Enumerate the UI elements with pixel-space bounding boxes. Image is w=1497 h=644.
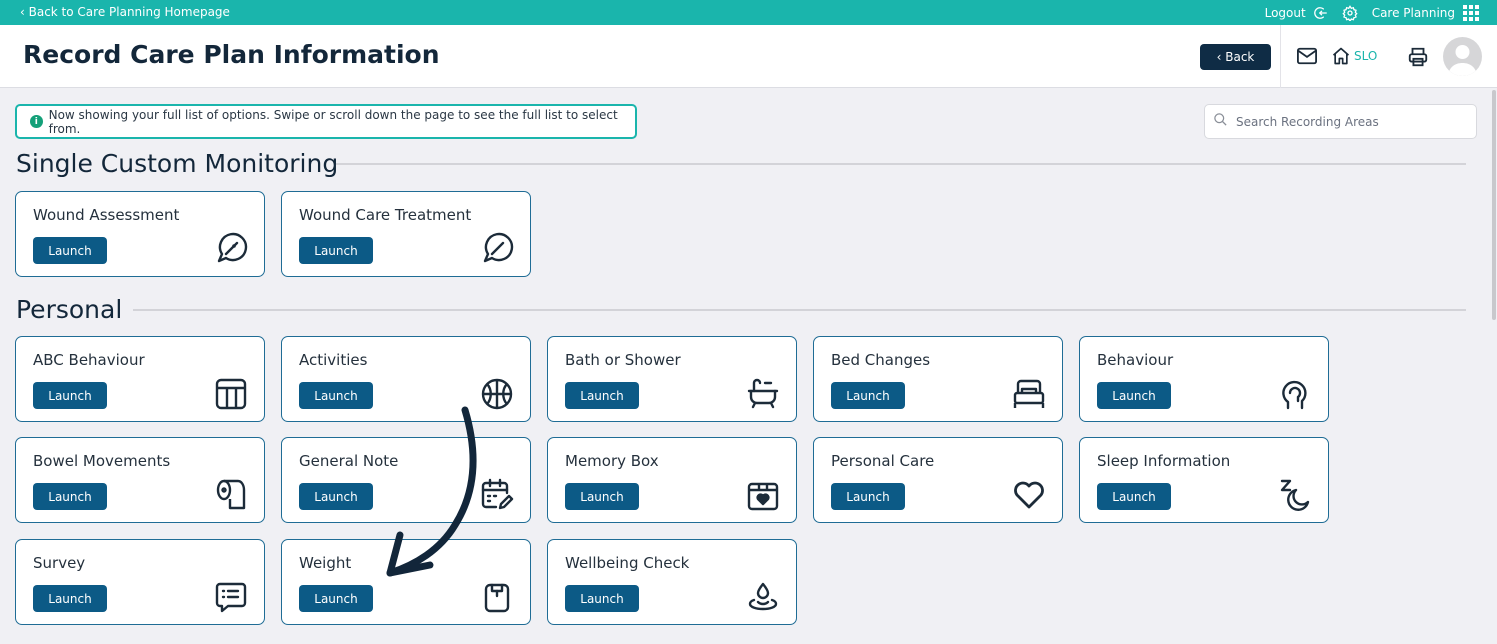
card-title: Bath or Shower [565,351,681,369]
card-bath-or-shower: Bath or Shower Launch [547,336,797,422]
logout-icon[interactable] [1313,6,1328,20]
search-box[interactable] [1204,104,1477,139]
card-wellbeing-check: Wellbeing Check Launch [547,539,797,625]
section-title-single-custom-monitoring: Single Custom Monitoring [16,149,339,178]
home-label: SLO [1354,49,1378,63]
back-button[interactable]: ‹ Back [1200,44,1271,70]
card-bowel-movements: Bowel Movements Launch [15,437,265,523]
launch-button[interactable]: Launch [299,237,373,264]
card-weight: Weight Launch [281,539,531,625]
printer-icon[interactable] [1407,46,1429,72]
card-sleep-information: Sleep Information Launch [1079,437,1329,523]
memory-box-icon [747,482,779,511]
card-title: Wound Care Treatment [299,206,472,224]
card-title: Behaviour [1097,351,1174,369]
card-title: Sleep Information [1097,452,1231,470]
card-survey: Survey Launch [15,539,265,625]
launch-button[interactable]: Launch [33,382,107,409]
card-general-note: General Note Launch [281,437,531,523]
card-personal-care: Personal Care Launch [813,437,1063,523]
card-bed-changes: Bed Changes Launch [813,336,1063,422]
wellbeing-icon [748,582,778,611]
page-scrollbar[interactable] [1490,88,1497,644]
card-title: General Note [299,452,399,470]
back-to-homepage-link[interactable]: ‹ Back to Care Planning Homepage [20,5,230,19]
search-input[interactable] [1236,114,1466,129]
section-title-personal: Personal [16,295,123,324]
top-bar-actions: Logout Care Planning [1265,2,1479,23]
launch-button[interactable]: Launch [831,382,905,409]
launch-button[interactable]: Launch [1097,382,1171,409]
header-divider [1280,25,1281,88]
heart-icon [1014,481,1044,509]
card-title: ABC Behaviour [33,351,145,369]
ball-icon [481,378,513,410]
bed-icon [1013,379,1045,408]
card-title: Bowel Movements [33,452,171,470]
launch-button[interactable]: Launch [299,585,373,612]
app-name[interactable]: Care Planning [1372,6,1455,20]
survey-icon [215,582,247,613]
bandage-icon [217,232,248,263]
card-title: Personal Care [831,452,935,470]
bandage-icon [483,232,514,263]
card-wound-assessment: Wound Assessment Launch [15,191,265,277]
card-title: Weight [299,554,352,572]
home-slo-link[interactable]: SLO [1331,46,1377,66]
card-activities: Activities Launch [281,336,531,422]
section-divider [133,309,1466,311]
sleep-icon [1280,479,1310,511]
top-bar: ‹ Back to Care Planning Homepage Logout … [0,0,1497,25]
mail-icon[interactable] [1296,46,1318,70]
head-icon [1282,380,1307,410]
launch-button[interactable]: Launch [1097,483,1171,510]
launch-button[interactable]: Launch [33,483,107,510]
home-icon [1332,47,1350,65]
card-title: Activities [299,351,368,369]
launch-button[interactable]: Launch [831,483,905,510]
table-icon [215,378,247,410]
card-memory-box: Memory Box Launch [547,437,797,523]
info-notice: i Now showing your full list of options.… [15,104,637,139]
calendar-edit-icon [481,478,514,510]
launch-button[interactable]: Launch [565,483,639,510]
scrollbar-thumb[interactable] [1492,90,1496,320]
app-grid-icon[interactable] [1463,4,1479,21]
card-title: Memory Box [565,452,659,470]
page-title: Record Care Plan Information [23,40,440,69]
search-icon [1213,112,1228,131]
card-abc-behaviour: ABC Behaviour Launch [15,336,265,422]
scale-icon [484,583,510,613]
launch-button[interactable]: Launch [299,483,373,510]
info-icon: i [30,115,43,128]
page-header: Record Care Plan Information ‹ Back SLO [0,25,1497,88]
card-behaviour: Behaviour Launch [1079,336,1329,422]
settings-gear-icon[interactable] [1342,4,1358,21]
launch-button[interactable]: Launch [565,585,639,612]
launch-button[interactable]: Launch [33,237,107,264]
launch-button[interactable]: Launch [565,382,639,409]
card-wound-care-treatment: Wound Care Treatment Launch [281,191,531,277]
card-title: Wound Assessment [33,206,180,224]
user-avatar[interactable] [1443,37,1482,76]
bath-icon [747,378,779,409]
logout-link[interactable]: Logout [1265,6,1306,20]
card-title: Survey [33,554,86,572]
notice-text: Now showing your full list of options. S… [48,107,618,136]
launch-button[interactable]: Launch [33,585,107,612]
card-title: Wellbeing Check [565,554,690,572]
toilet-roll-icon [216,479,246,510]
card-title: Bed Changes [831,351,931,369]
section-divider [336,163,1466,165]
launch-button[interactable]: Launch [299,382,373,409]
